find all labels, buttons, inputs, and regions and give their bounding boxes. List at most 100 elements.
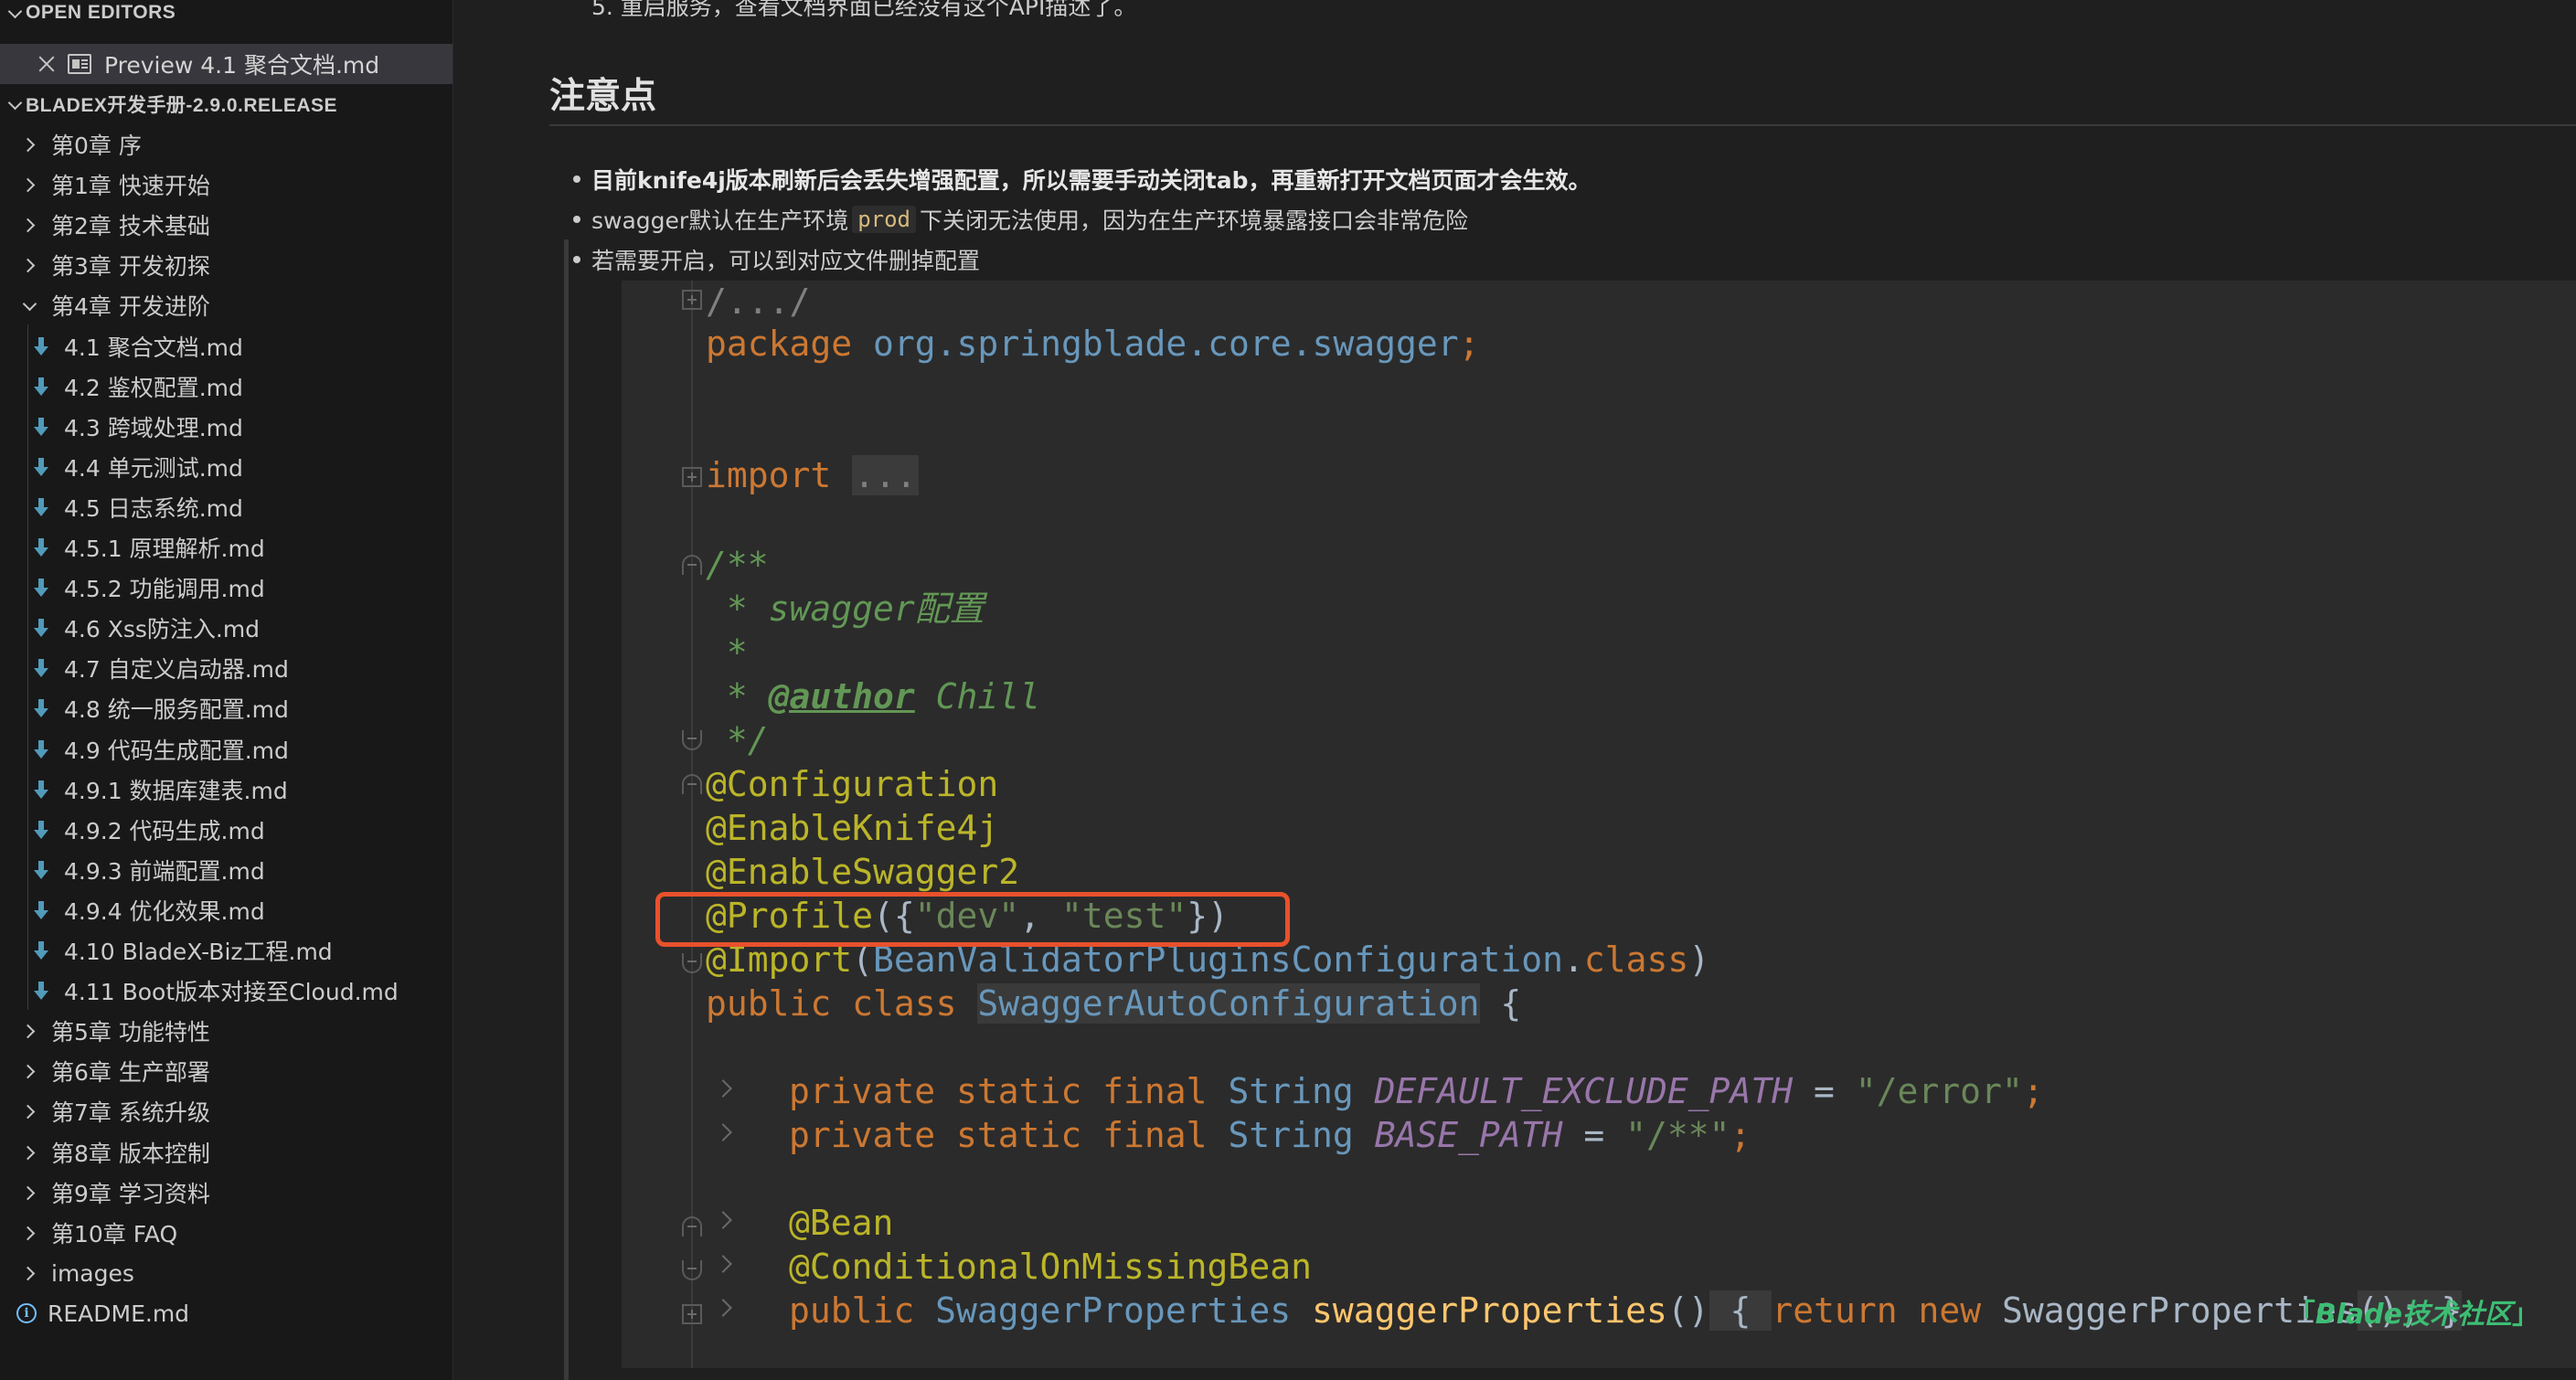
project-label: BLADEX开发手册-2.9.0.RELEASE (26, 95, 338, 116)
editor-gutter (691, 281, 693, 1368)
markdown-file-icon (33, 698, 49, 718)
folder-label: 第10章 FAQ (51, 1221, 178, 1247)
fold-expand-icon (682, 1304, 702, 1324)
markdown-file-icon (33, 618, 49, 638)
sidebar-file[interactable]: 4.11 Boot版本对接至Cloud.md (0, 971, 452, 1011)
sidebar-folder[interactable]: 第0章 序 (0, 124, 452, 165)
sidebar-folder[interactable]: 第1章 快速开始 (0, 165, 452, 205)
sidebar-folder[interactable]: 第4章 开发进阶 (0, 285, 452, 325)
file-label: README.md (48, 1300, 190, 1327)
fold-collapse-icon (682, 555, 702, 575)
sidebar-file[interactable]: 4.9 代码生成配置.md (0, 729, 452, 770)
sidebar-file-readme[interactable]: i README.md (0, 1293, 452, 1333)
file-label: 4.4 单元测试.md (64, 455, 243, 482)
sidebar-folder[interactable]: 第10章 FAQ (0, 1213, 452, 1253)
fold-collapse-icon (682, 730, 702, 750)
highlight-box (655, 892, 1290, 947)
sidebar-file[interactable]: 4.4 单元测试.md (0, 447, 452, 487)
file-label: 4.9.2 代码生成.md (64, 818, 265, 844)
sidebar-file[interactable]: 4.9.4 优化效果.md (0, 890, 452, 930)
folder-label: 第7章 系统升级 (51, 1099, 210, 1126)
code-line: public class SwaggerAutoConfiguration { (706, 983, 1522, 1024)
chevron-right-icon (20, 215, 40, 235)
code-line: @EnableSwagger2 (706, 852, 1020, 892)
fold-collapse-icon (682, 774, 702, 794)
code-line: /.../ (706, 281, 811, 322)
code-line: private static final String DEFAULT_EXCL… (789, 1071, 2044, 1111)
sidebar-folder[interactable]: 第5章 功能特性 (0, 1011, 452, 1051)
sidebar-file[interactable]: 4.6 Xss防注入.md (0, 608, 452, 648)
fold-expand-icon (682, 467, 702, 487)
bullet-item: 目前knife4j版本刷新后会丢失增强配置，所以需要手动关闭tab，再重新打开文… (573, 163, 1591, 196)
chevron-right-icon (20, 1263, 40, 1283)
file-label: 4.5.2 功能调用.md (64, 576, 265, 602)
close-icon[interactable] (35, 52, 59, 76)
sidebar-file[interactable]: 4.8 统一服务配置.md (0, 688, 452, 728)
chevron-right-icon (20, 1183, 40, 1203)
chevron-right-icon (714, 1079, 732, 1098)
sidebar-folder[interactable]: 第2章 技术基础 (0, 205, 452, 245)
file-label: 4.5.1 原理解析.md (64, 536, 265, 562)
sidebar-file[interactable]: 4.5.1 原理解析.md (0, 527, 452, 568)
sidebar-folder[interactable]: 第7章 系统升级 (0, 1091, 452, 1131)
sidebar-file[interactable]: 4.5.2 功能调用.md (0, 568, 452, 608)
file-label: 4.3 跨域处理.md (64, 415, 243, 441)
folder-label: 第8章 版本控制 (51, 1141, 210, 1167)
chevron-down-icon (5, 94, 26, 114)
sidebar-file[interactable]: 4.10 BladeX-Biz工程.md (0, 930, 452, 971)
file-label: 4.10 BladeX-Biz工程.md (64, 939, 333, 965)
markdown-file-icon (33, 336, 49, 356)
code-line: */ (706, 720, 769, 760)
section-heading: 注意点 (549, 76, 657, 117)
list-item-cut: 5. 重启服务，查看文档界面已经没有这个API描述了。 (591, 0, 1137, 20)
sidebar-file[interactable]: 4.9.2 代码生成.md (0, 810, 452, 850)
fold-collapse-icon (682, 1260, 702, 1280)
sidebar-file[interactable]: 4.1 聚合文档.md (0, 326, 452, 366)
chevron-down-icon (20, 295, 40, 315)
file-label: 4.9 代码生成配置.md (64, 738, 289, 764)
markdown-preview: 5. 重启服务，查看文档界面已经没有这个API描述了。 注意点 目前knife4… (454, 0, 2576, 1380)
chevron-down-icon (5, 3, 26, 23)
code-line: @ConditionalOnMissingBean (789, 1247, 1312, 1287)
file-label: 4.7 自定义启动器.md (64, 656, 289, 683)
sidebar-folder[interactable]: 第9章 学习资料 (0, 1173, 452, 1213)
file-label: 4.9.3 前端配置.md (64, 858, 265, 885)
sidebar-file[interactable]: 4.9.1 数据库建表.md (0, 770, 452, 810)
sidebar-file[interactable]: 4.3 跨域处理.md (0, 407, 452, 447)
watermark: 「Blade技术社区」 (2287, 1299, 2539, 1331)
sidebar-folder[interactable]: images (0, 1253, 452, 1293)
chevron-right-icon (20, 175, 40, 195)
markdown-file-icon (33, 820, 49, 840)
markdown-file-icon (33, 981, 49, 1001)
sidebar-file[interactable]: 4.7 自定义启动器.md (0, 648, 452, 688)
sidebar-file[interactable]: 4.5 日志系统.md (0, 487, 452, 527)
markdown-file-icon (33, 780, 49, 800)
chevron-right-icon (20, 1223, 40, 1243)
markdown-file-icon (33, 739, 49, 759)
chevron-right-icon (714, 1123, 732, 1141)
markdown-file-icon (33, 457, 49, 477)
chevron-right-icon (714, 1211, 732, 1229)
file-label: 4.2 鉴权配置.md (64, 375, 243, 401)
sidebar-folder[interactable]: 第8章 版本控制 (0, 1132, 452, 1173)
folder-label: images (51, 1259, 134, 1287)
bullet-text: 下关闭无法使用，因为在生产环境暴露接口会非常危险 (920, 207, 1469, 234)
sidebar-folder[interactable]: 第6章 生产部署 (0, 1051, 452, 1091)
markdown-file-icon (33, 900, 49, 920)
sidebar-file[interactable]: 4.2 鉴权配置.md (0, 366, 452, 407)
code-line: public SwaggerProperties swaggerProperti… (789, 1290, 2463, 1331)
code-line: import ... (706, 455, 919, 495)
code-line: @Configuration (706, 764, 999, 804)
open-editors-header[interactable]: OPEN EDITORS (0, 0, 452, 31)
sidebar-file[interactable]: 4.9.3 前端配置.md (0, 850, 452, 890)
markdown-file-icon (33, 860, 49, 880)
chevron-right-icon (20, 1101, 40, 1121)
inline-code: prod (852, 206, 916, 233)
project-header[interactable]: BLADEX开发手册-2.9.0.RELEASE (0, 86, 452, 122)
open-editor-item[interactable]: Preview 4.1 聚合文档.md (0, 44, 452, 84)
code-line: package org.springblade.core.swagger; (706, 324, 1480, 364)
sidebar-folder[interactable]: 第3章 开发初探 (0, 245, 452, 285)
markdown-file-icon (33, 377, 49, 397)
markdown-file-icon (33, 658, 49, 678)
folder-label: 第6章 生产部署 (51, 1059, 210, 1086)
